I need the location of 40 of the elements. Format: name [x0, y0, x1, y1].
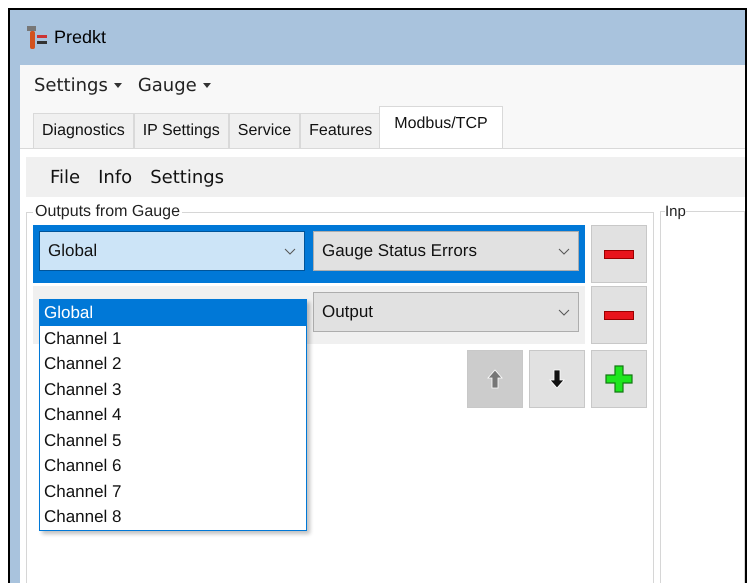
dropdown-option[interactable]: Channel 8	[40, 504, 306, 530]
signal-dropdown[interactable]: Output	[313, 292, 579, 332]
tab[interactable]: Features	[300, 113, 382, 148]
tab[interactable]: Diagnostics	[33, 113, 134, 148]
dropdown-option[interactable]: Channel 5	[40, 428, 306, 453]
group-title: Outputs from Gauge	[34, 203, 181, 221]
chevron-icon	[284, 248, 296, 254]
dropdown-option[interactable]: Channel 2	[40, 351, 306, 376]
dropdown-option[interactable]: Channel 7	[40, 478, 306, 504]
up-arrow-icon	[487, 369, 503, 389]
app-icon	[24, 24, 48, 50]
add-button[interactable]	[591, 350, 647, 408]
menu-item[interactable]: Gauge	[134, 74, 215, 96]
down-arrow-icon	[549, 369, 565, 389]
caret-icon	[202, 82, 211, 88]
chevron-icon	[558, 248, 570, 254]
menu-item[interactable]: Settings	[30, 74, 126, 96]
dropdown-option[interactable]: Channel 6	[40, 453, 306, 478]
minus-icon	[604, 310, 634, 320]
dropdown-option[interactable]: Channel 4	[40, 402, 306, 428]
dropdown-option[interactable]: Channel 3	[40, 376, 306, 402]
toolbar-menu-item[interactable]: Info	[98, 166, 132, 188]
toolbar-menu-item[interactable]: Settings	[150, 166, 224, 188]
output-row[interactable]: Global Gauge Status Errors	[33, 225, 585, 283]
move-down-button[interactable]	[529, 350, 585, 408]
remove-button[interactable]	[591, 286, 647, 344]
group-title: Inp	[665, 203, 686, 220]
tab[interactable]: IP Settings	[134, 113, 229, 148]
tab[interactable]: Modbus/TCP	[379, 106, 503, 148]
window-title: Predkt	[54, 27, 106, 48]
dropdown-option[interactable]: Global	[40, 300, 306, 326]
caret-icon	[114, 82, 122, 88]
toolbar-menu-item[interactable]: File	[50, 166, 80, 188]
plus-icon	[605, 365, 633, 393]
signal-dropdown[interactable]: Gauge Status Errors	[313, 231, 579, 271]
source-dropdown[interactable]: Global	[39, 231, 305, 271]
remove-button[interactable]	[591, 225, 647, 283]
minus-icon	[604, 250, 634, 258]
chevron-icon	[558, 308, 570, 316]
tab[interactable]: Service	[228, 113, 300, 148]
